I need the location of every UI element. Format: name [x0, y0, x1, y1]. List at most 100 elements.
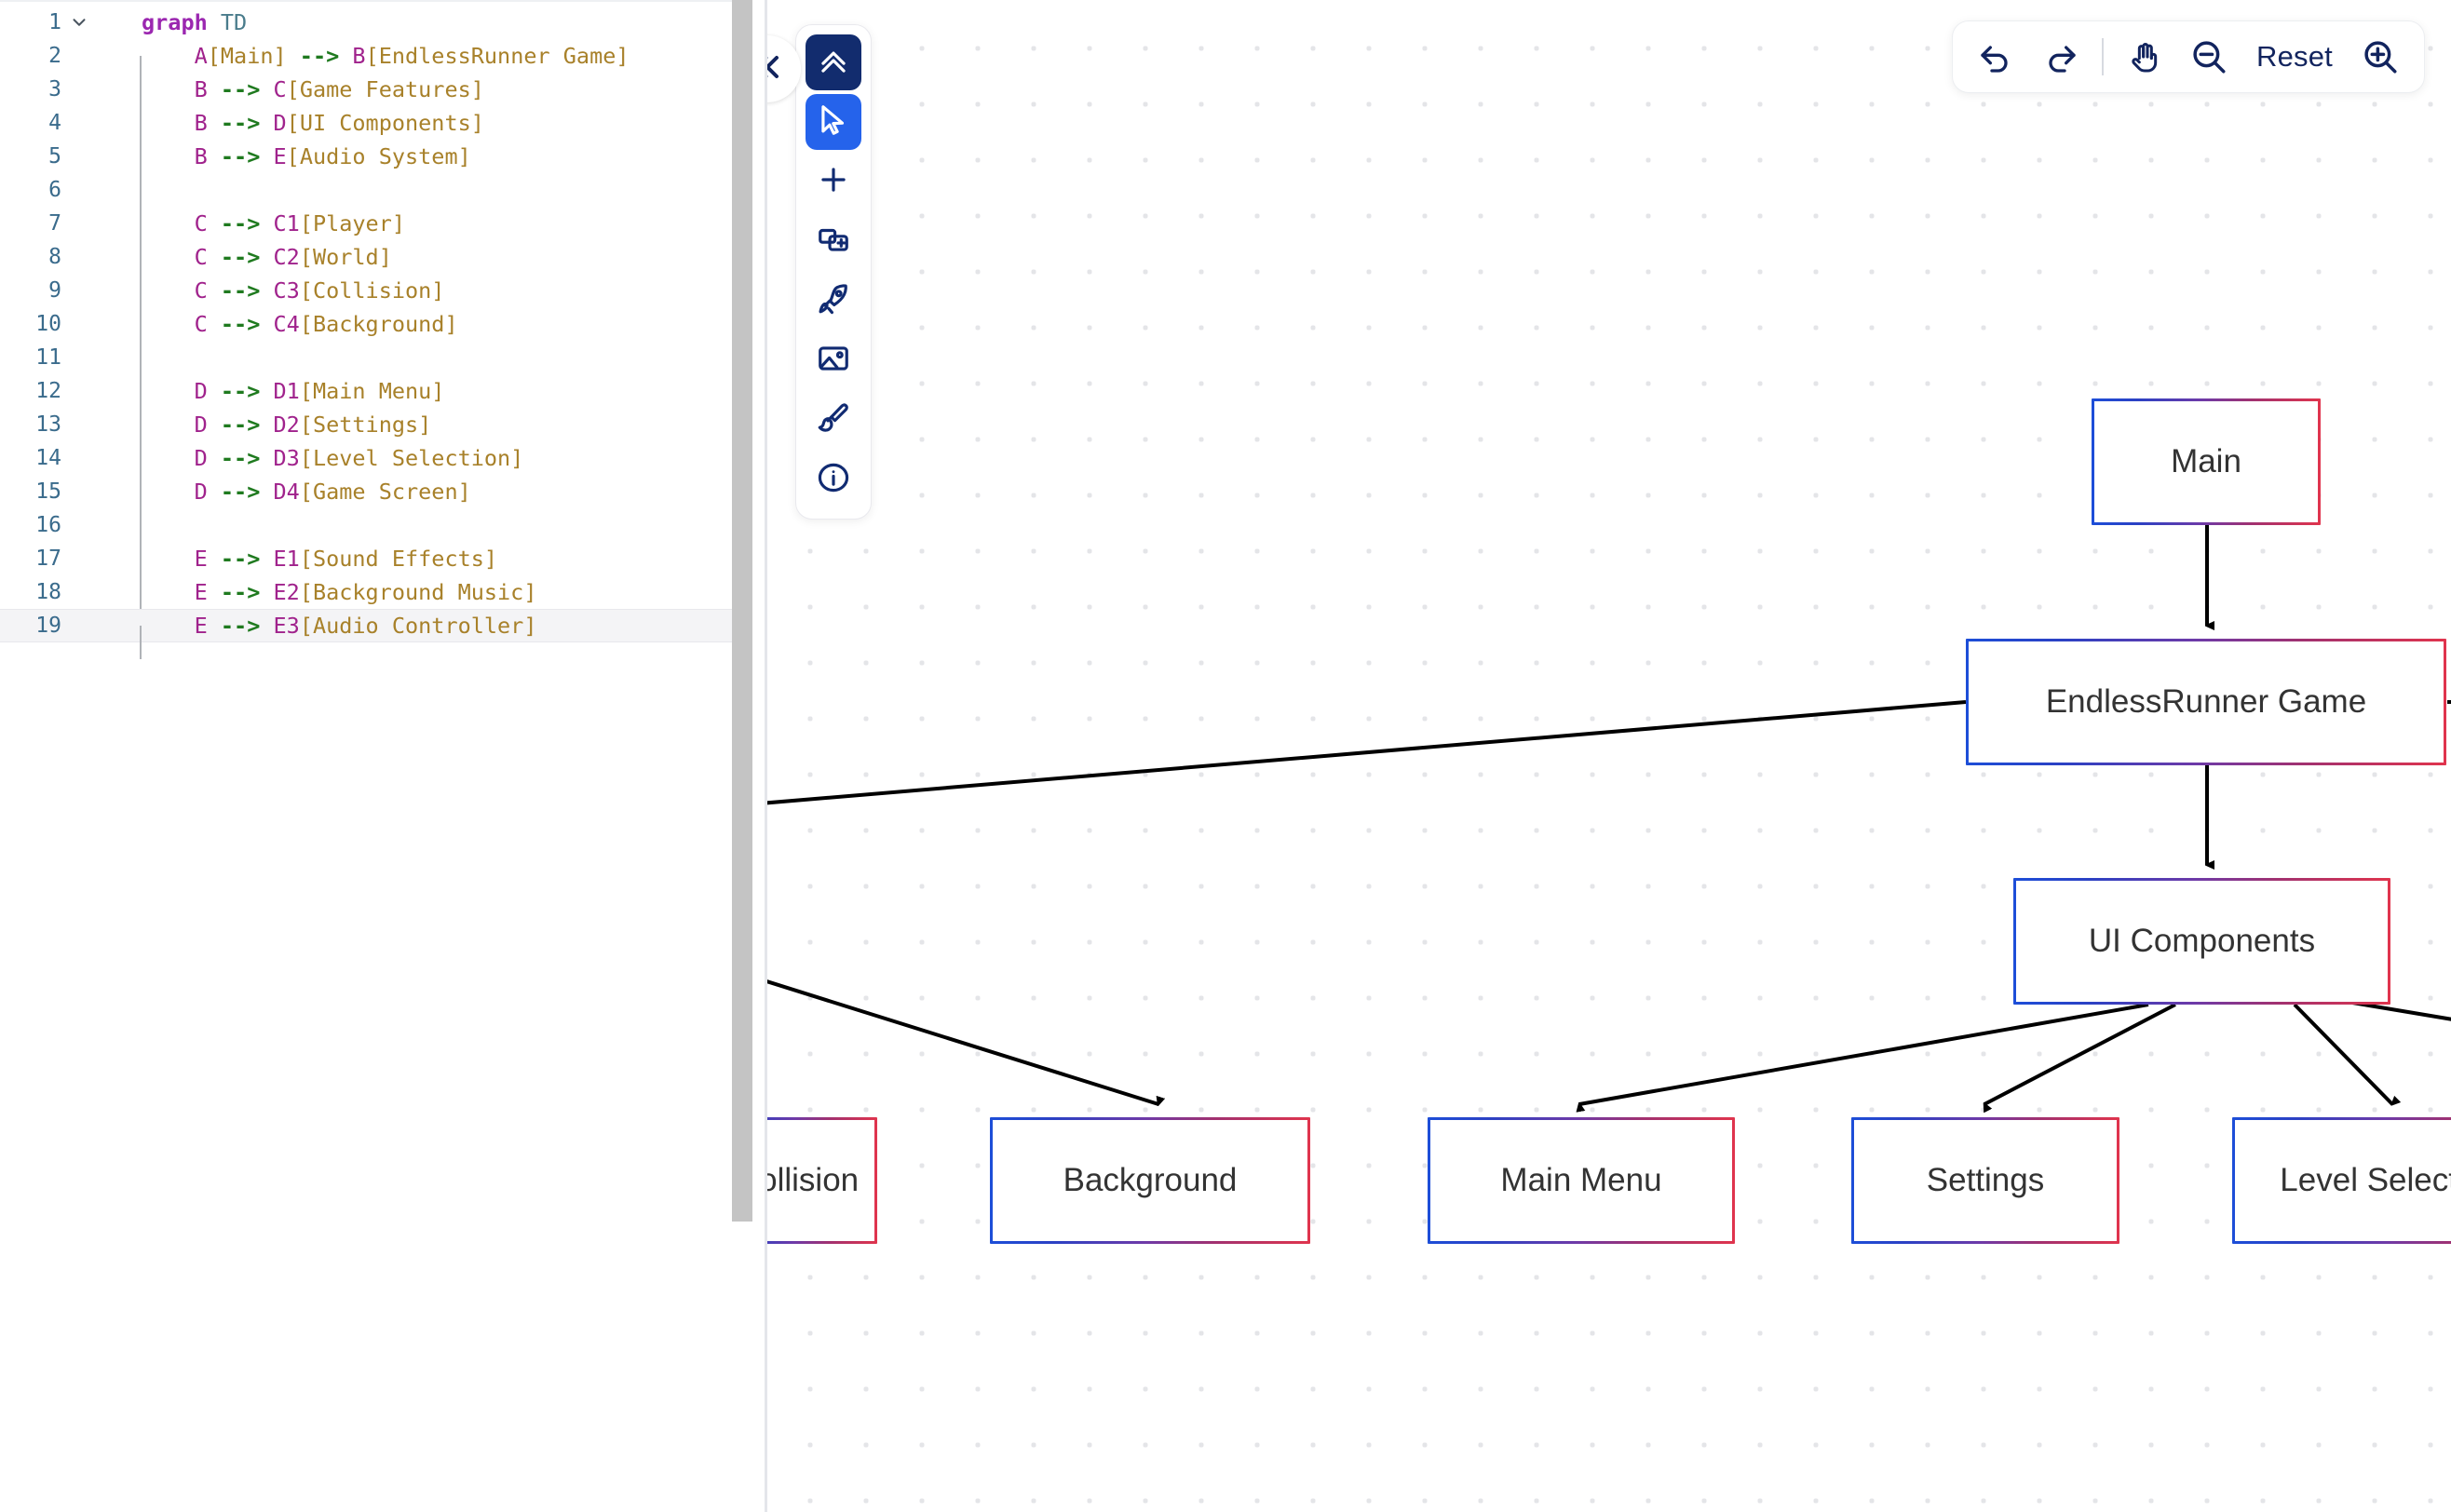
- line-number: 16: [35, 513, 61, 537]
- diagram-node-settings[interactable]: Settings: [1851, 1117, 2119, 1244]
- hand-pan-icon: [2132, 43, 2158, 73]
- line-number: 14: [35, 446, 61, 470]
- line-number: 3: [48, 77, 61, 101]
- add-frame-tool[interactable]: [806, 213, 861, 269]
- code-line[interactable]: 13 D --> D2[Settings]: [0, 408, 767, 458]
- line-number: 11: [35, 345, 61, 370]
- code-line[interactable]: 4 B --> D[UI Components]: [0, 106, 767, 156]
- code-line[interactable]: 8 C --> C2[World]: [0, 240, 767, 290]
- code-text: E --> E2[Background Music]: [194, 579, 537, 605]
- node-label: Main Menu: [1500, 1162, 1662, 1198]
- code-line[interactable]: 3 B --> C[Game Features]: [0, 73, 767, 123]
- code-line[interactable]: 15 D --> D4[Game Screen]: [0, 475, 767, 525]
- plus-icon: [816, 162, 851, 202]
- diagram-node-background[interactable]: Background: [990, 1117, 1310, 1244]
- code-text: E --> E1[Sound Effects]: [194, 546, 498, 572]
- diagram-canvas[interactable]: Main EndlessRunner Game UI Components Colli…: [767, 0, 2451, 1512]
- line-number: 4: [48, 111, 61, 135]
- zoom-in-button[interactable]: [2353, 30, 2407, 84]
- node-label: EndlessRunner Game: [2045, 683, 2367, 720]
- line-number: 19: [35, 614, 61, 638]
- info-circle-icon: [816, 460, 851, 500]
- code-text: D --> D4[Game Screen]: [194, 479, 471, 505]
- diagram-node-ui-components[interactable]: UI Components: [2013, 878, 2390, 1005]
- code-text: C --> C3[Collision]: [194, 277, 445, 304]
- code-line[interactable]: 10 C --> C4[Background]: [0, 307, 767, 358]
- pan-button[interactable]: [2119, 30, 2173, 84]
- code-line[interactable]: 6: [0, 173, 767, 223]
- line-number: 6: [48, 178, 61, 202]
- code-text: B --> C[Game Features]: [194, 76, 484, 102]
- code-line[interactable]: 2 A[Main] --> B[EndlessRunner Game]: [0, 39, 767, 89]
- code-editor-content[interactable]: 1 graph TD 2 A[Main] --> B[EndlessRunner G…: [0, 0, 767, 659]
- zoom-in-icon: [2364, 41, 2397, 74]
- line-number: 9: [48, 278, 61, 303]
- code-line[interactable]: 16: [0, 508, 767, 559]
- mermaid-editor-app: 1 graph TD 2 A[Main] --> B[EndlessRunner G…: [0, 0, 2451, 1512]
- diagram-nodes: Main EndlessRunner Game UI Components Colli…: [767, 0, 2451, 1512]
- image-tool[interactable]: [806, 332, 861, 388]
- code-text: E --> E3[Audio Controller]: [194, 613, 537, 639]
- code-editor-pane[interactable]: 1 graph TD 2 A[Main] --> B[EndlessRunner G…: [0, 0, 767, 1512]
- node-label: Main: [2171, 443, 2241, 479]
- line-number: 1: [48, 10, 61, 34]
- rocket-icon: [816, 281, 851, 321]
- code-line[interactable]: 5 B --> E[Audio System]: [0, 140, 767, 190]
- code-line[interactable]: 11: [0, 341, 767, 391]
- zoom-out-button[interactable]: [2182, 30, 2236, 84]
- code-line[interactable]: 17 E --> E1[Sound Effects]: [0, 542, 767, 592]
- line-number: 5: [48, 144, 61, 169]
- reset-zoom-button[interactable]: Reset: [2245, 40, 2344, 74]
- theme-tool[interactable]: [806, 392, 861, 448]
- cursor-pointer-icon: [816, 102, 851, 142]
- diagram-node-main-menu[interactable]: Main Menu: [1428, 1117, 1735, 1244]
- paintbrush-icon: [816, 400, 851, 440]
- node-label: Background: [1063, 1162, 1238, 1198]
- code-text: D --> D2[Settings]: [194, 412, 432, 438]
- diagram-node-main[interactable]: Main: [2092, 398, 2321, 525]
- line-number: 2: [48, 44, 61, 68]
- code-line[interactable]: 7 C --> C1[Player]: [0, 207, 767, 257]
- deploy-tool[interactable]: [806, 273, 861, 329]
- redo-button[interactable]: [2033, 30, 2087, 84]
- line-number: 8: [48, 245, 61, 269]
- line-number: 12: [35, 379, 61, 403]
- collapse-toolbar-button[interactable]: [806, 34, 861, 90]
- canvas-tool-palette[interactable]: [795, 24, 872, 520]
- code-text: C --> C1[Player]: [194, 210, 405, 236]
- image-icon: [816, 341, 851, 381]
- canvas-view-toolbar[interactable]: Reset: [1952, 20, 2425, 93]
- line-number: 7: [48, 211, 61, 236]
- code-line[interactable]: 1 graph TD: [0, 6, 767, 39]
- code-text: D --> D3[Level Selection]: [194, 445, 524, 471]
- redo-icon: [2049, 46, 2076, 73]
- chevron-down-fold-icon[interactable]: [61, 12, 97, 33]
- select-tool[interactable]: [806, 94, 861, 150]
- add-node-tool[interactable]: [806, 154, 861, 209]
- code-line[interactable]: 14 D --> D3[Level Selection]: [0, 441, 767, 492]
- code-line[interactable]: 9 C --> C3[Collision]: [0, 274, 767, 324]
- line-number: 15: [35, 479, 61, 504]
- double-chevron-left-icon: [767, 48, 786, 90]
- diagram-node-collision[interactable]: Collision: [767, 1117, 877, 1244]
- undo-button[interactable]: [1970, 30, 2024, 84]
- code-line[interactable]: 19 E --> E3[Audio Controller]: [0, 609, 767, 659]
- code-text: graph TD: [142, 9, 248, 35]
- diagram-node-endlessrunner-game[interactable]: EndlessRunner Game: [1966, 639, 2446, 765]
- node-label: Settings: [1926, 1162, 2045, 1198]
- info-tool[interactable]: [806, 452, 861, 507]
- node-label: Collision: [767, 1162, 860, 1198]
- code-text: C --> C4[Background]: [194, 311, 458, 337]
- code-line[interactable]: 18 E --> E2[Background Music]: [0, 575, 767, 626]
- zoom-out-icon: [2193, 41, 2226, 74]
- undo-icon: [1981, 46, 2008, 73]
- diagram-node-level-selection[interactable]: Level Selection: [2232, 1117, 2451, 1244]
- editor-vertical-scrollbar[interactable]: [732, 0, 752, 1222]
- line-number: 18: [35, 580, 61, 604]
- code-text: A[Main] --> B[EndlessRunner Game]: [194, 43, 630, 69]
- code-text: B --> E[Audio System]: [194, 143, 471, 169]
- line-number: 10: [35, 312, 61, 336]
- code-line[interactable]: 12 D --> D1[Main Menu]: [0, 374, 767, 425]
- line-number: 17: [35, 547, 61, 571]
- line-number: 13: [35, 412, 61, 437]
